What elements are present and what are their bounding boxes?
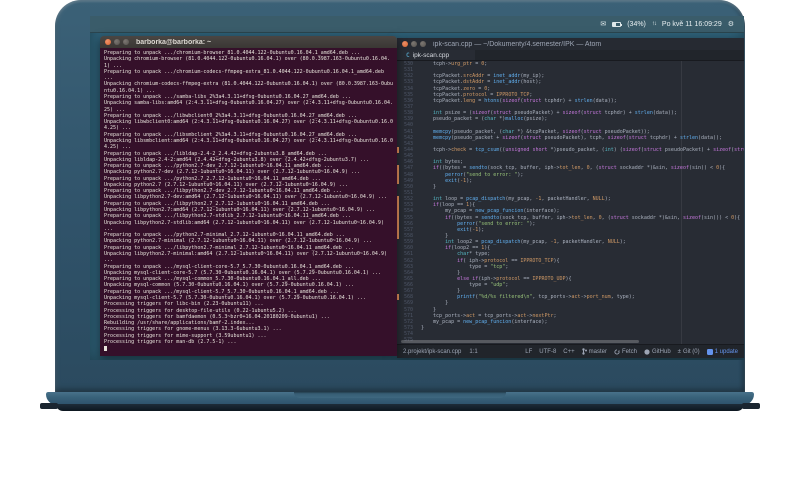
maximize-button[interactable] bbox=[420, 41, 426, 47]
update-package-icon bbox=[706, 348, 713, 355]
minimize-button[interactable] bbox=[411, 41, 417, 47]
terminal-output[interactable]: Preparing to unpack .../chromium-browser… bbox=[100, 48, 397, 356]
terminal-line: Unpacking python2.7-dev (2.7.12-1ubuntu0… bbox=[104, 169, 360, 176]
tab-ipk-scan[interactable]: C ipk-scan.cpp bbox=[397, 50, 475, 60]
terminal-window: barborka@barborka: ~ Preparing to unpack… bbox=[100, 36, 397, 356]
status-fetch[interactable]: Fetch bbox=[614, 349, 637, 355]
tab-bar: C ipk-scan.cpp bbox=[397, 50, 744, 61]
status-line-ending[interactable]: LF bbox=[525, 349, 532, 355]
close-button[interactable] bbox=[105, 39, 111, 45]
network-arrows-icon[interactable]: ↑↓ bbox=[652, 21, 657, 27]
maximize-button[interactable] bbox=[123, 39, 129, 45]
laptop-foot-left bbox=[40, 403, 58, 409]
terminal-line: Unpacking chromium-browser (81.0.4044.12… bbox=[104, 56, 390, 69]
terminal-line: Unpacking mysql-common (5.7.30-0ubuntu0.… bbox=[104, 282, 354, 289]
branch-icon bbox=[581, 348, 587, 355]
minimize-button[interactable] bbox=[114, 39, 120, 45]
status-git-branch[interactable]: master bbox=[581, 348, 607, 355]
close-button[interactable] bbox=[402, 41, 408, 47]
battery-percent: (34%) bbox=[627, 20, 646, 28]
terminal-line: Unpacking libpython2.7-minimal:amd64 (2.… bbox=[104, 251, 390, 264]
refresh-icon bbox=[614, 348, 620, 355]
terminal-line: Preparing to unpack .../mysql-client-cor… bbox=[104, 263, 354, 270]
session-gear-icon[interactable]: ⚙ bbox=[728, 21, 734, 28]
code-editor[interactable]: 530 tcph->urg_ptr = 0; 531 532 tcpPacket.… bbox=[397, 61, 744, 344]
mail-icon[interactable]: ✉ bbox=[600, 21, 606, 28]
terminal-line: Unpacking libpython2.7-stdlib:amd64 (2.7… bbox=[104, 219, 387, 232]
cpp-file-icon: C bbox=[406, 51, 410, 59]
status-update-available[interactable]: 1 update bbox=[706, 348, 738, 355]
terminal-line: Unpacking libwbclient0:amd64 (2:4.3.11+d… bbox=[104, 119, 393, 132]
laptop-base-bottom bbox=[56, 404, 744, 411]
screen: ✉ (34%) ↑↓ Po kvě 11 16:09:29 ⚙ barborka… bbox=[90, 16, 744, 360]
atom-window: ipk-scan.cpp — ~/Dokumenty/4.semester/IP… bbox=[397, 38, 744, 358]
laptop-mockup: ✉ (34%) ↑↓ Po kvě 11 16:09:29 ⚙ barborka… bbox=[0, 0, 800, 477]
status-encoding[interactable]: UTF-8 bbox=[539, 349, 556, 355]
battery-icon[interactable] bbox=[612, 21, 623, 27]
status-cursor-position[interactable]: 1:1 bbox=[469, 349, 477, 355]
horizontal-scrollbar[interactable] bbox=[401, 340, 639, 343]
terminal-line: Preparing to unpack .../libsmbclient_2%3… bbox=[104, 131, 357, 138]
clock-indicator[interactable]: Po kvě 11 16:09:29 bbox=[662, 21, 722, 28]
terminal-cursor-line bbox=[104, 345, 393, 352]
top-panel: ✉ (34%) ↑↓ Po kvě 11 16:09:29 ⚙ bbox=[90, 16, 744, 33]
laptop-foot-right bbox=[742, 403, 760, 409]
status-git-changes[interactable]: ± Git (0) bbox=[678, 349, 700, 355]
plus-minus-icon: ± bbox=[677, 348, 681, 355]
terminal-cursor bbox=[104, 345, 107, 352]
terminal-titlebar[interactable]: barborka@barborka: ~ bbox=[100, 36, 397, 48]
terminal-line: Unpacking chromium-codecs-ffmpeg-extra (… bbox=[104, 81, 393, 94]
status-file-path[interactable]: 2.projekt/ipk-scan.cpp bbox=[403, 349, 461, 355]
terminal-line: Preparing to unpack .../libpython2.7-std… bbox=[104, 213, 351, 220]
github-icon bbox=[644, 348, 650, 355]
atom-title: ipk-scan.cpp — ~/Dokumenty/4.semester/IP… bbox=[433, 40, 602, 48]
terminal-title: barborka@barborka: ~ bbox=[136, 38, 212, 46]
tab-label: ipk-scan.cpp bbox=[412, 51, 450, 59]
status-bar: 2.projekt/ipk-scan.cpp 1:1 LF UTF-8 C++ … bbox=[397, 344, 744, 358]
terminal-line: Unpacking libsmbclient:amd64 (2:4.3.11+d… bbox=[104, 137, 393, 151]
terminal-line: Unpacking python2.7-minimal (2.7.12-1ubu… bbox=[104, 238, 372, 245]
status-github[interactable]: GitHub bbox=[644, 349, 671, 355]
status-grammar[interactable]: C++ bbox=[563, 349, 574, 355]
terminal-line: Preparing to unpack .../chromium-codecs-… bbox=[104, 68, 387, 82]
terminal-line: Unpacking samba-libs:amd64 (2:4.3.11+dfs… bbox=[104, 100, 393, 113]
terminal-line: Unpacking libpython2.7-dev:amd64 (2.7.12… bbox=[104, 194, 387, 201]
atom-titlebar[interactable]: ipk-scan.cpp — ~/Dokumenty/4.semester/IP… bbox=[397, 38, 744, 50]
laptop-base-notch bbox=[294, 392, 506, 398]
